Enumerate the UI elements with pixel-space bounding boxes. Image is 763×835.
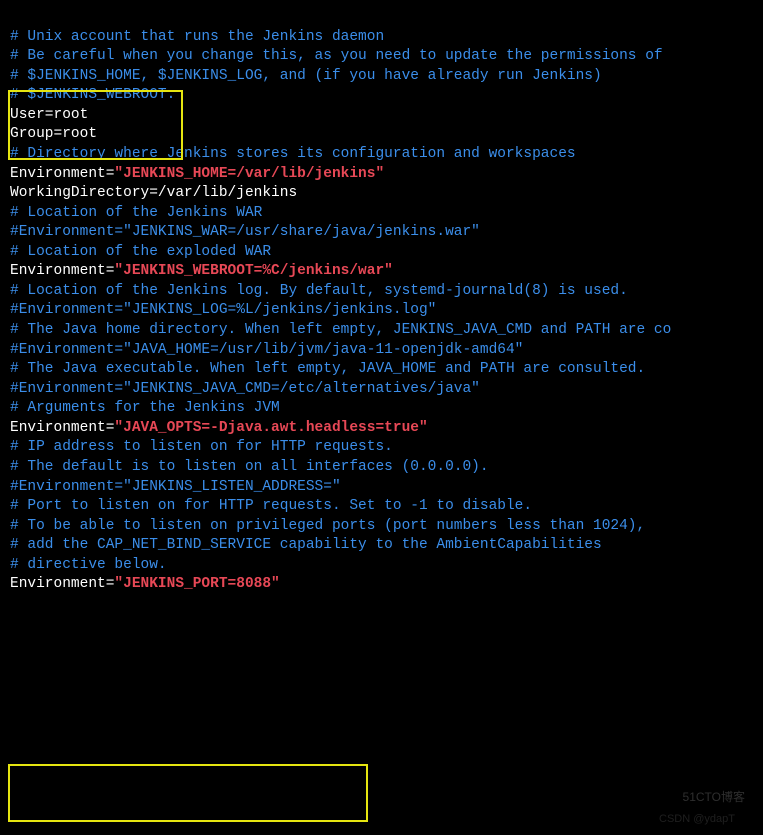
highlight-box-jenkins-port [8, 764, 368, 822]
code-segment: # directive below. [10, 557, 167, 573]
code-line: # Directory where Jenkins stores its con… [10, 145, 753, 165]
terminal-editor[interactable]: # Unix account that runs the Jenkins dae… [10, 8, 753, 595]
code-line: # Location of the exploded WAR [10, 243, 753, 263]
code-line: #Environment="JENKINS_WAR=/usr/share/jav… [10, 223, 753, 243]
code-line: # directive below. [10, 556, 753, 576]
code-segment: "JENKINS_PORT=8088" [114, 576, 279, 592]
code-line: Environment="JENKINS_PORT=8088" [10, 575, 753, 595]
code-line: # The Java home directory. When left emp… [10, 321, 753, 341]
code-segment: # Location of the exploded WAR [10, 244, 271, 260]
code-line: # The Java executable. When left empty, … [10, 360, 753, 380]
code-line: # Location of the Jenkins WAR [10, 204, 753, 224]
code-segment: # Be careful when you change this, as yo… [10, 48, 663, 64]
code-segment: # $JENKINS_HOME, $JENKINS_LOG, and (if y… [10, 68, 602, 84]
code-segment: # add the CAP_NET_BIND_SERVICE capabilit… [10, 537, 602, 553]
code-segment: #Environment="JENKINS_LISTEN_ADDRESS=" [10, 479, 341, 495]
code-segment: #Environment="JAVA_HOME=/usr/lib/jvm/jav… [10, 342, 523, 358]
code-segment: #Environment="JENKINS_LOG=%L/jenkins/jen… [10, 302, 436, 318]
code-line [10, 8, 753, 28]
code-segment: Environment= [10, 576, 114, 592]
code-line: # Be careful when you change this, as yo… [10, 47, 753, 67]
code-segment: "JENKINS_HOME=/var/lib/jenkins" [114, 166, 384, 182]
code-line: #Environment="JENKINS_LOG=%L/jenkins/jen… [10, 301, 753, 321]
code-segment: # Port to listen on for HTTP requests. S… [10, 498, 532, 514]
code-segment: "JENKINS_WEBROOT=%C/jenkins/war" [114, 263, 392, 279]
code-segment: # Directory where Jenkins stores its con… [10, 146, 576, 162]
code-line: # Arguments for the Jenkins JVM [10, 399, 753, 419]
code-line: Environment="JAVA_OPTS=-Djava.awt.headle… [10, 419, 753, 439]
code-segment: # Arguments for the Jenkins JVM [10, 400, 280, 416]
code-segment: # The Java executable. When left empty, … [10, 361, 645, 377]
code-line: #Environment="JENKINS_LISTEN_ADDRESS=" [10, 478, 753, 498]
code-line: Environment="JENKINS_WEBROOT=%C/jenkins/… [10, 262, 753, 282]
code-line: # $JENKINS_HOME, $JENKINS_LOG, and (if y… [10, 67, 753, 87]
code-segment: Environment= [10, 166, 114, 182]
code-segment: # IP address to listen on for HTTP reque… [10, 439, 393, 455]
code-segment: Group=root [10, 126, 97, 142]
code-line: # Location of the Jenkins log. By defaul… [10, 282, 753, 302]
code-line: # Unix account that runs the Jenkins dae… [10, 28, 753, 48]
code-segment: # Unix account that runs the Jenkins dae… [10, 29, 384, 45]
code-line: Group=root [10, 125, 753, 145]
code-line: # add the CAP_NET_BIND_SERVICE capabilit… [10, 536, 753, 556]
code-line: # IP address to listen on for HTTP reque… [10, 438, 753, 458]
code-segment: # To be able to listen on privileged por… [10, 518, 645, 534]
code-segment: "JAVA_OPTS=-Djava.awt.headless=true" [114, 420, 427, 436]
code-segment: #Environment="JENKINS_WAR=/usr/share/jav… [10, 224, 480, 240]
watermark-csdn: CSDN @ydapT [659, 812, 735, 827]
code-segment: # Location of the Jenkins log. By defaul… [10, 283, 628, 299]
code-segment: # Location of the Jenkins WAR [10, 205, 262, 221]
code-line: # To be able to listen on privileged por… [10, 517, 753, 537]
code-line: #Environment="JAVA_HOME=/usr/lib/jvm/jav… [10, 341, 753, 361]
code-line: # The default is to listen on all interf… [10, 458, 753, 478]
code-segment [10, 9, 19, 25]
code-segment: # The default is to listen on all interf… [10, 459, 489, 475]
code-segment: # The Java home directory. When left emp… [10, 322, 671, 338]
code-segment: User=root [10, 107, 88, 123]
code-segment: WorkingDirectory=/var/lib/jenkins [10, 185, 297, 201]
code-line: #Environment="JENKINS_JAVA_CMD=/etc/alte… [10, 380, 753, 400]
code-line: Environment="JENKINS_HOME=/var/lib/jenki… [10, 165, 753, 185]
code-segment: # $JENKINS_WEBROOT. [10, 87, 175, 103]
code-segment: #Environment="JENKINS_JAVA_CMD=/etc/alte… [10, 381, 480, 397]
code-line: # $JENKINS_WEBROOT. [10, 86, 753, 106]
code-line: User=root [10, 106, 753, 126]
code-segment: Environment= [10, 420, 114, 436]
code-segment: Environment= [10, 263, 114, 279]
watermark-51cto: 51CTO博客 [683, 789, 745, 805]
code-line: WorkingDirectory=/var/lib/jenkins [10, 184, 753, 204]
code-line: # Port to listen on for HTTP requests. S… [10, 497, 753, 517]
